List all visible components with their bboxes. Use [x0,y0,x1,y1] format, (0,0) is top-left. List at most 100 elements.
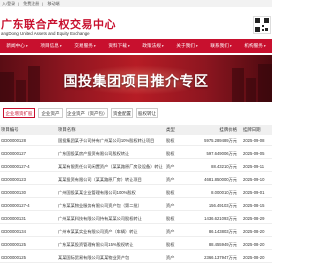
row-price: 597.649006万元 [206,151,238,156]
nav-item-label: 机构服务 [244,43,263,48]
site-logo-subtitle: angDong United Assets and Equity Exchang… [1,31,90,36]
row-date: 2025-09-01 [243,190,265,195]
row-code: GD00000127-4 [1,164,30,169]
row-price: 1436.621093万元 [204,216,237,221]
register-link[interactable]: 免费注册 [23,1,39,6]
nav-item-label: 联系我们 [210,43,229,48]
column-header-type: 类型 [166,127,175,132]
nav-item-label: 交易服务 [74,43,93,48]
row-date: 2025-08-15 [243,203,265,208]
tab-equity-transfer[interactable]: 股权转让 [136,108,158,118]
row-type: 股权 [166,216,175,221]
chevron-down-icon: ▾ [195,44,198,48]
nav-item-agencies[interactable]: 机构服务▾ [238,39,272,53]
nav-item-label: 政策法规 [142,43,161,48]
tab-capital-increase[interactable]: 企业增资扩股 [3,108,35,118]
row-price: 88.455949万元 [208,242,237,247]
row-date: 2025-09-11 [243,164,265,169]
login-link[interactable]: 入/登录 [2,1,15,6]
nav-item-news[interactable]: 新闻中心▾ [0,39,34,53]
qr-code-icon [253,16,271,34]
banner-title: 国投集团项目推介专区 [63,73,209,89]
table-row[interactable]: GD00000131 广州某某科技有限公司持有某某公司股权转让 股权 1436.… [0,214,272,224]
promo-banner: 国投集团项目推介专区 [0,55,272,102]
row-type: 资产 [166,164,175,169]
row-code: GD00000128 [1,138,26,143]
table-row[interactable]: GD00000127-4 广东某某物业服务有限公司资产包（第二批） 资产 156… [0,201,272,211]
row-date: 2025-08-20 [243,242,265,247]
table-row[interactable]: GD00000123 某某投资有限公司（某某路原厂房）转让项目 资产 4681.… [0,175,272,185]
row-name[interactable]: 广州某某科技有限公司持有某某公司股权转让 [58,214,142,224]
column-header-price: 挂牌价格 [219,127,237,132]
nav-item-policies[interactable]: 政策法规▾ [136,39,170,53]
nav-item-projects[interactable]: 项目信息▾ [34,39,68,53]
top-utility-bar: 入/登录 | 免费注册 | 移动端 [0,0,272,7]
table-row[interactable]: GD00000125 某某国际贸易有限公司某某物业资产包 资产 2366.137… [0,253,272,263]
tab-fund-allocation[interactable]: 资金配置 [111,108,133,118]
table-row[interactable]: GD00000134 广州市某某实业有限公司资产（车辆）转让 资产 86.143… [0,227,272,237]
row-type: 资产 [166,255,175,260]
column-header-code: 项目编号 [1,127,19,132]
row-date: 2025-09-10 [243,177,265,182]
mobile-link[interactable]: 移动端 [47,1,59,6]
row-name[interactable]: 某某国际贸易有限公司某某物业资产包 [58,253,129,263]
nav-item-contact[interactable]: 联系我们▾ [204,39,238,53]
tab-enterprise-assets[interactable]: 企业资产 [38,108,63,118]
row-type: 资产 [166,177,175,182]
table-row[interactable]: GD00000130 广州国投某某企业管理有限公司100%股权 股权 8.000… [0,188,272,198]
row-price: 86.143803万元 [208,229,237,234]
row-type: 资产 [166,229,175,234]
row-name[interactable]: 广东某某投资管理有限公司15%股权转让 [58,240,133,250]
nav-item-label: 关于我们 [176,43,195,48]
site-logo-title[interactable]: 广东联合产权交易中心 [1,16,116,32]
row-date: 2025-09-08 [243,138,265,143]
nav-item-downloads[interactable]: 资料下载▾ [102,39,136,53]
row-name[interactable]: 广州国投某某企业管理有限公司100%股权 [58,188,136,198]
row-date: 2025-08-20 [243,229,265,234]
row-date: 2025-08-20 [243,255,265,260]
topbar-divider-2: | [42,1,44,6]
chevron-down-icon: ▾ [127,44,130,48]
row-type: 资产 [166,203,175,208]
row-name[interactable]: 广州市某某实业有限公司资产（车辆）转让 [58,227,138,237]
row-code: GD00000127 [1,151,26,156]
row-name[interactable]: 广东国投某房产投资有限公司股权转让 [58,149,129,159]
table-row[interactable]: GD00000128 国投集团某子公司持有广州某公司10%股权转让项目 股权 5… [0,136,272,146]
row-price: 88.43210万元 [211,164,237,169]
row-code: GD00000130 [1,190,26,195]
table-row[interactable]: GD00000127-4 某某有限责任公司闲置资产（某某路原厂房及设备）转让 资… [0,162,272,172]
table-row[interactable]: GD00000127 广东国投某房产投资有限公司股权转让 股权 597.6490… [0,149,272,159]
row-name[interactable]: 国投集团某子公司持有广州某公司10%股权转让项目 [58,136,154,146]
row-type: 股权 [166,151,175,156]
row-code: GD00000134 [1,229,26,234]
table-header: 项目编号 项目名称 类型 挂牌价格 挂牌日期 [0,125,272,135]
nav-item-about[interactable]: 关于我们▾ [170,39,204,53]
chevron-down-icon: ▾ [59,44,62,48]
table-row[interactable]: GD00000125 广东某某投资管理有限公司15%股权转让 股权 88.455… [0,240,272,250]
row-price: 4681.850000万元 [204,177,237,182]
row-code: GD00000125 [1,255,26,260]
row-price: 5975.289489万元 [204,138,237,143]
nav-item-label: 项目信息 [40,43,59,48]
column-header-name: 项目名称 [58,127,76,132]
row-name[interactable]: 某某投资有限公司（某某路原厂房）转让项目 [58,175,142,185]
topbar-divider: | [18,1,20,6]
row-date: 2025-08-29 [243,216,265,221]
row-code: GD00000127-4 [1,203,30,208]
row-code: GD00000131 [1,216,26,221]
nav-item-services[interactable]: 交易服务▾ [68,39,102,53]
row-price: 2366.137947万元 [204,255,237,260]
row-price: 8.000010万元 [211,190,237,195]
row-type: 股权 [166,190,175,195]
tab-asset-package[interactable]: 企业资产（资产包） [66,108,108,118]
row-name[interactable]: 某某有限责任公司闲置资产（某某路原厂房及设备）转让 [58,162,163,172]
site-header: 广东联合产权交易中心 angDong United Assets and Equ… [0,7,272,37]
row-name[interactable]: 广东某某物业服务有限公司资产包（第二批） [58,201,142,211]
row-type: 股权 [166,242,175,247]
row-date: 2025-09-05 [243,151,265,156]
row-price: 156.49103万元 [208,203,237,208]
row-type: 股权 [166,138,175,143]
main-nav: 新闻中心▾ 项目信息▾ 交易服务▾ 资料下载▾ 政策法规▾ 关于我们▾ 联系我们… [0,39,272,53]
row-code: GD00000125 [1,242,26,247]
row-code: GD00000123 [1,177,26,182]
